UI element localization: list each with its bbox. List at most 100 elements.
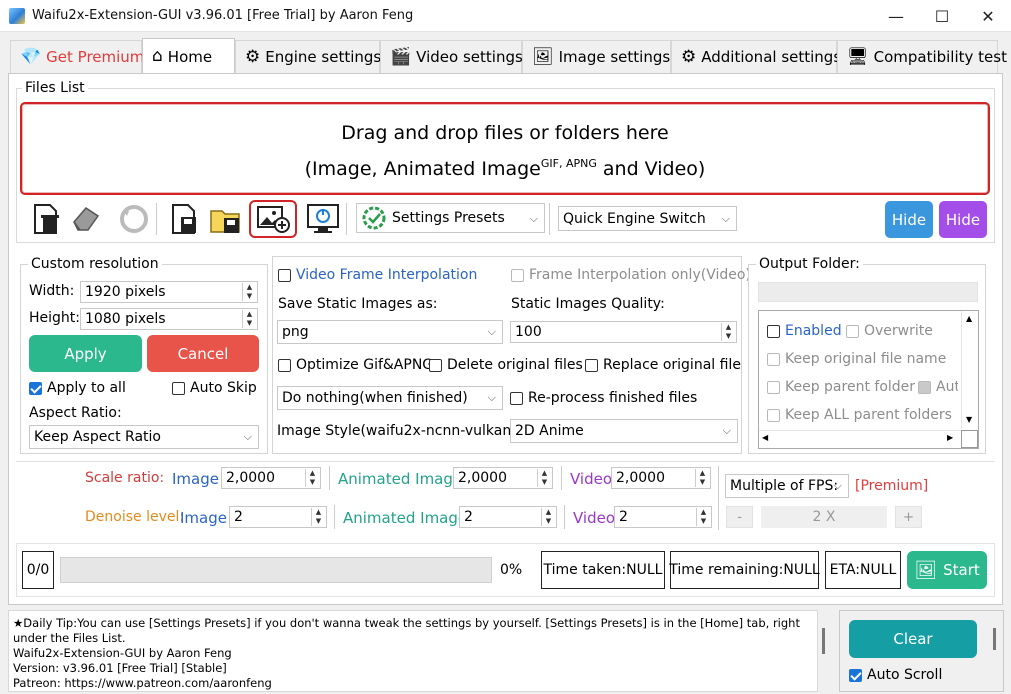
drop-zone[interactable]: Drag and drop files or folders here (Ima… xyxy=(20,102,990,195)
tab-image-settings[interactable]: 🖼 Image settings xyxy=(522,40,671,73)
scale-ratio-label: Scale ratio: xyxy=(85,470,165,486)
log-scrollbar-thumb[interactable] xyxy=(822,628,825,654)
spin-arrows-icon[interactable]: ▲ ▼ xyxy=(242,310,256,328)
denoise-video-input[interactable]: 2 ▲ ▼ xyxy=(614,506,712,528)
tab-video-settings[interactable]: 🎬 Video settings xyxy=(380,40,523,73)
checkbox-icon xyxy=(767,408,780,422)
hide-button-blue[interactable]: Hide xyxy=(885,201,933,238)
fps-minus-button[interactable]: - xyxy=(726,506,753,528)
spin-arrows-icon[interactable]: ▲ ▼ xyxy=(242,283,256,301)
scale-animated-value: 2,0000 xyxy=(458,470,507,486)
settings-presets-label: Settings Presets xyxy=(392,210,505,226)
aspect-ratio-label: Aspect Ratio: xyxy=(29,405,122,421)
fps-value: 2 X xyxy=(761,506,887,528)
replace-original-checkbox[interactable]: Replace original file xyxy=(585,357,741,373)
height-input[interactable]: 1080 pixels ▲ ▼ xyxy=(80,308,258,330)
scroll-left-icon[interactable]: ◀ xyxy=(762,433,768,442)
quality-value: 100 xyxy=(515,324,542,340)
quick-engine-switch-dropdown[interactable]: Quick Engine Switch ⌵ xyxy=(558,206,737,231)
auto-skip-checkbox[interactable]: Auto Skip xyxy=(172,380,257,396)
save-list-button[interactable] xyxy=(166,201,202,237)
spin-arrows-icon[interactable]: ▲ ▼ xyxy=(695,469,709,487)
aspect-ratio-dropdown[interactable]: Keep Aspect Ratio ⌵ xyxy=(29,425,259,449)
close-button[interactable]: ✕ xyxy=(965,0,1011,32)
spin-arrows-icon[interactable]: ▲ ▼ xyxy=(305,469,319,487)
spin-arrows-icon[interactable]: ▲ ▼ xyxy=(537,469,551,487)
eta: ETA:NULL xyxy=(825,551,901,589)
files-list-label: Files List xyxy=(22,80,88,96)
reprocess-checkbox[interactable]: Re-process finished files xyxy=(510,390,697,406)
maximize-button[interactable]: ☐ xyxy=(919,0,965,32)
start-button[interactable]: 🖼 Start xyxy=(907,551,987,589)
output-folder-label: Output Folder: xyxy=(756,256,863,272)
keep-all-parent-checkbox[interactable]: Keep ALL parent folders xyxy=(767,407,952,423)
clear-list-button[interactable] xyxy=(68,201,104,237)
output-enabled-checkbox[interactable]: Enabled xyxy=(767,323,842,339)
auto-scroll-checkbox[interactable]: Auto Scroll xyxy=(849,667,942,683)
delete-original-checkbox[interactable]: Delete original files xyxy=(429,357,583,373)
tab-compatibility-test[interactable]: 🖥 Compatibility test xyxy=(837,40,1007,73)
finish-action-value: Do nothing(when finished) xyxy=(282,390,468,406)
overwrite-checkbox[interactable]: Overwrite xyxy=(846,323,933,339)
tab-additional-settings[interactable]: ⚙ Additional settings xyxy=(671,40,841,73)
fps-plus-button[interactable]: + xyxy=(895,506,922,528)
hide-button-purple[interactable]: Hide xyxy=(939,201,987,238)
window-title: Waifu2x-Extension-GUI v3.96.01 [Free Tri… xyxy=(32,8,414,23)
scroll-up-icon[interactable]: ▲ xyxy=(966,314,972,323)
reload-button[interactable] xyxy=(116,201,152,237)
height-label: Height: xyxy=(29,310,80,326)
scroll-right-icon[interactable]: ▶ xyxy=(947,433,953,442)
scale-animated-input[interactable]: 2,0000 ▲ ▼ xyxy=(453,467,553,489)
remove-file-button[interactable] xyxy=(28,201,64,237)
shutdown-button[interactable] xyxy=(305,201,341,237)
width-input[interactable]: 1920 pixels ▲ ▼ xyxy=(80,281,258,303)
apply-button[interactable]: Apply xyxy=(29,335,142,372)
progress-bar xyxy=(60,557,492,583)
save-static-label: Save Static Images as: xyxy=(278,296,438,312)
log-line: ★Daily Tip:You can use [Settings Presets… xyxy=(13,616,800,645)
settings-presets-dropdown[interactable]: Settings Presets ⌵ xyxy=(356,203,545,233)
spin-arrows-icon[interactable]: ▲ ▼ xyxy=(311,508,325,526)
horizontal-scrollbar[interactable]: ◀ ▶ xyxy=(759,430,961,448)
spin-arrows-icon[interactable]: ▲ ▼ xyxy=(721,323,735,341)
scale-video-input[interactable]: 2,0000 ▲ ▼ xyxy=(611,467,711,489)
spin-arrows-icon[interactable]: ▲ ▼ xyxy=(541,508,555,526)
keep-parent-folder-checkbox[interactable]: Keep parent folder xyxy=(767,379,915,395)
tab-engine-settings[interactable]: ⚙ Engine settings xyxy=(235,40,381,73)
apply-to-all-checkbox[interactable]: Apply to all xyxy=(29,380,126,396)
video-frame-interpolation-checkbox[interactable]: Video Frame Interpolation xyxy=(278,267,477,283)
cancel-button[interactable]: Cancel xyxy=(147,335,259,372)
image-style-label: Image Style(waifu2x-ncnn-vulkan): xyxy=(277,423,522,439)
vertical-scrollbar[interactable]: ▲ ▼ xyxy=(961,311,978,429)
output-enabled-label: Enabled xyxy=(785,323,842,339)
scale-image-input[interactable]: 2,0000 ▲ ▼ xyxy=(221,467,321,489)
frame-interpolation-only-checkbox[interactable]: Frame Interpolation only(Video) xyxy=(511,267,751,283)
add-images-button[interactable] xyxy=(249,200,297,238)
optimize-gif-checkbox[interactable]: Optimize Gif&APNG xyxy=(278,357,433,373)
image-style-dropdown[interactable]: 2D Anime ⌵ xyxy=(510,419,738,443)
drop-subtitle-pre: (Image, Animated Image xyxy=(304,158,541,180)
spin-arrows-icon[interactable]: ▲ ▼ xyxy=(696,508,710,526)
save-static-format-dropdown[interactable]: png ⌵ xyxy=(277,320,503,344)
denoise-animated-input[interactable]: 2 ▲ ▼ xyxy=(459,506,557,528)
log-output[interactable]: ★Daily Tip:You can use [Settings Presets… xyxy=(8,610,818,692)
optimize-gif-label: Optimize Gif&APNG xyxy=(296,357,434,373)
denoise-image-input[interactable]: 2 ▲ ▼ xyxy=(229,506,327,528)
panel-scrollbar-thumb[interactable] xyxy=(993,628,996,650)
minimize-button[interactable]: — xyxy=(873,0,919,32)
replace-original-label: Replace original file xyxy=(603,357,741,373)
quality-input[interactable]: 100 ▲ ▼ xyxy=(510,321,737,343)
open-folder-button[interactable] xyxy=(207,201,243,237)
chevron-down-icon: ⌵ xyxy=(722,424,731,437)
drop-zone-subtitle: (Image, Animated ImageGIF, APNG and Vide… xyxy=(22,157,988,180)
keep-original-name-checkbox[interactable]: Keep original file name xyxy=(767,351,946,367)
output-folder-path-input[interactable] xyxy=(758,282,978,302)
fps-multiple-dropdown[interactable]: Multiple of FPS: ⌵ xyxy=(725,474,849,498)
scroll-down-icon[interactable]: ▼ xyxy=(966,415,972,424)
clear-button[interactable]: Clear xyxy=(849,620,977,658)
auto-checkbox[interactable]: Autc xyxy=(918,379,958,395)
finish-action-dropdown[interactable]: Do nothing(when finished) ⌵ xyxy=(277,386,503,410)
drop-subtitle-sup: GIF, APNG xyxy=(540,157,597,170)
tab-get-premium[interactable]: 💎 Get Premium xyxy=(10,40,144,73)
tab-home[interactable]: ⌂ Home xyxy=(142,38,235,74)
